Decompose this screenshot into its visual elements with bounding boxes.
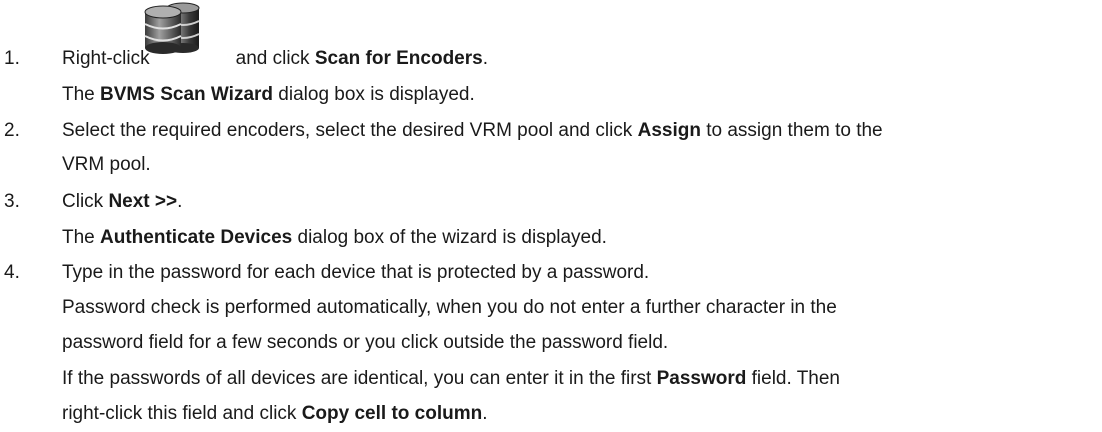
- step-number: 1.: [4, 48, 20, 69]
- database-stack-icon: [144, 2, 200, 54]
- step-4-line-4: If the passwords of all devices are iden…: [62, 368, 841, 389]
- step-2-line-1: Select the required encoders, select the…: [62, 120, 883, 141]
- step-number: 4.: [4, 262, 20, 283]
- step-1-line-2: The BVMS Scan Wizard dialog box is displ…: [62, 84, 475, 105]
- step-4-line-1: Type in the password for each device tha…: [62, 262, 650, 283]
- step-1-line-1: Right-click and click Scan for Encoders.: [62, 48, 488, 69]
- step-2-line-2: VRM pool.: [62, 154, 151, 175]
- step-3-line-1: Click Next >>.: [62, 191, 183, 212]
- step-number: 2.: [4, 120, 20, 141]
- step-4-line-2: Password check is performed automaticall…: [62, 297, 837, 318]
- step-4-line-5: right-click this field and click Copy ce…: [62, 403, 488, 424]
- step-3-line-2: The Authenticate Devices dialog box of t…: [62, 227, 607, 248]
- step-4-line-3: password field for a few seconds or you …: [62, 332, 669, 353]
- instruction-steps: 1. Right-click and click Scan for Encoder…: [0, 0, 1102, 432]
- step-number: 3.: [4, 191, 20, 212]
